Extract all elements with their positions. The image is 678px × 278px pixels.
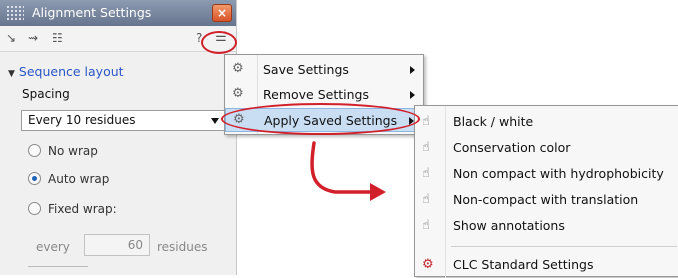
radio-label: Auto wrap bbox=[48, 172, 110, 186]
menu-item-label: Remove Settings bbox=[263, 87, 369, 102]
drag-grip-icon[interactable] bbox=[6, 5, 24, 21]
submenu-item-label: Show annotations bbox=[453, 218, 565, 233]
radio-button-checked-icon[interactable] bbox=[28, 172, 41, 185]
close-button[interactable]: × bbox=[212, 4, 232, 22]
expand-arrow-icon: ▼ bbox=[8, 69, 15, 79]
list-icon[interactable]: ☷ bbox=[52, 31, 63, 45]
submenu-arrow-icon bbox=[410, 91, 415, 99]
submenu-item-label: CLC Standard Settings bbox=[453, 257, 594, 272]
submenu-item-show-annotations[interactable]: ☝ Show annotations bbox=[415, 215, 677, 237]
panel-titlebar[interactable]: Alignment Settings × bbox=[0, 0, 236, 26]
radio-auto-wrap[interactable]: Auto wrap bbox=[28, 172, 109, 186]
panel-title: Alignment Settings bbox=[32, 5, 152, 20]
annotation-circle-apply-item bbox=[221, 103, 420, 135]
annotation-circle-menu-icon bbox=[201, 31, 237, 54]
radio-button-icon[interactable] bbox=[28, 144, 41, 157]
chevron-down-icon bbox=[211, 118, 219, 124]
spacing-label: Spacing bbox=[22, 87, 70, 101]
gear-remove-icon: ⚙ bbox=[232, 86, 244, 101]
section-title: Sequence layout bbox=[18, 64, 124, 79]
menu-item-label: Save Settings bbox=[263, 62, 349, 77]
settings-hand-icon: ☝ bbox=[422, 192, 430, 207]
submenu-arrow-icon bbox=[410, 66, 415, 74]
radio-label: No wrap bbox=[48, 144, 98, 158]
radio-no-wrap[interactable]: No wrap bbox=[28, 144, 98, 158]
submenu-item-label: Non-compact with translation bbox=[453, 192, 639, 207]
settings-hand-icon: ☝ bbox=[422, 114, 430, 129]
annotation-arrow-icon bbox=[310, 141, 386, 201]
submenu-item-non-compact-hydrophobicity[interactable]: ☝ Non compact with hydrophobicity bbox=[415, 163, 677, 185]
menu-item-save-settings[interactable]: ⚙ Save Settings bbox=[225, 58, 423, 82]
submenu-item-label: Conservation color bbox=[453, 140, 571, 155]
submenu-item-label: Black / white bbox=[453, 114, 534, 129]
radio-button-icon[interactable] bbox=[28, 202, 41, 215]
apply-settings-submenu: ☝ Black / white ☝ Conservation color ☝ N… bbox=[414, 105, 678, 278]
collapse-icon[interactable]: ⇝ bbox=[28, 31, 38, 45]
wrap-width-input[interactable]: 60 bbox=[84, 234, 150, 256]
settings-hand-icon: ☝ bbox=[422, 218, 430, 233]
submenu-divider bbox=[451, 246, 677, 247]
submenu-item-conservation-color[interactable]: ☝ Conservation color bbox=[415, 137, 677, 159]
gear-icon: ⚙ bbox=[232, 61, 244, 76]
submenu-item-label: Non compact with hydrophobicity bbox=[453, 166, 664, 181]
submenu-item-clc-standard-settings[interactable]: ⚙ CLC Standard Settings bbox=[415, 254, 677, 276]
submenu-item-non-compact-translation[interactable]: ☝ Non-compact with translation bbox=[415, 189, 677, 211]
section-header[interactable]: ▼ Sequence layout bbox=[8, 64, 124, 79]
submenu-item-black-white[interactable]: ☝ Black / white bbox=[415, 111, 677, 133]
radio-fixed-wrap[interactable]: Fixed wrap: bbox=[28, 202, 117, 216]
radio-label: Fixed wrap: bbox=[48, 202, 117, 216]
expand-icon[interactable]: ↘ bbox=[6, 31, 16, 45]
spacing-value: Every 10 residues bbox=[28, 113, 136, 127]
residues-label: residues bbox=[157, 240, 208, 254]
settings-hand-icon: ☝ bbox=[422, 140, 430, 155]
spacing-dropdown[interactable]: Every 10 residues bbox=[21, 110, 225, 131]
settings-hand-icon: ☝ bbox=[422, 166, 430, 181]
clc-settings-icon: ⚙ bbox=[422, 257, 434, 272]
every-label: every bbox=[36, 240, 70, 254]
panel-body: ▼ Sequence layout Spacing Every 10 residu… bbox=[0, 52, 236, 275]
cut-off-option bbox=[28, 266, 88, 275]
